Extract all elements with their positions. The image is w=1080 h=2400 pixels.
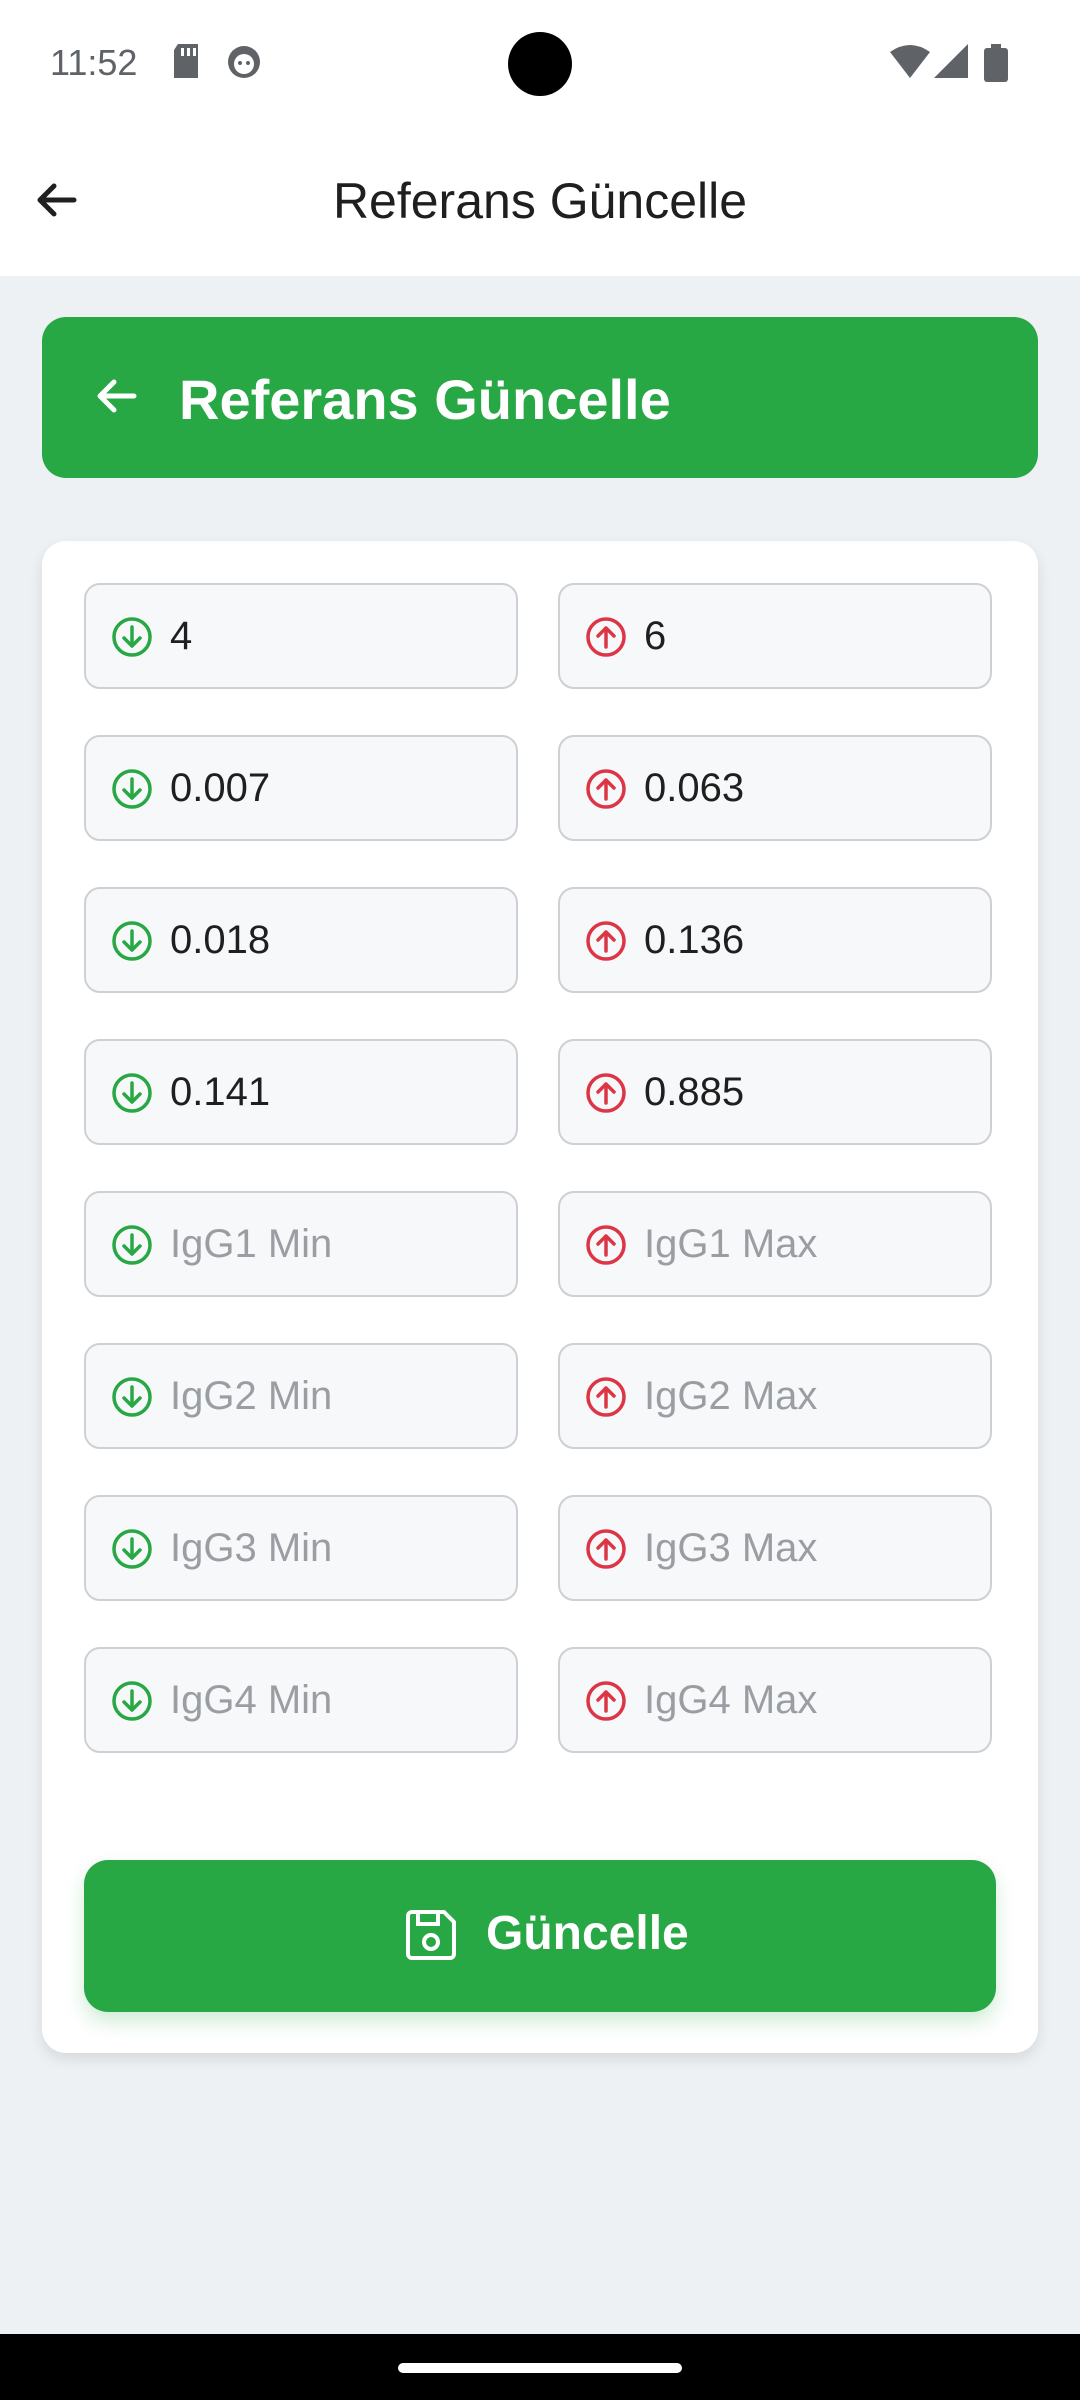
app-notification-icon bbox=[228, 46, 260, 78]
arrow-down-circle-icon bbox=[112, 1073, 152, 1113]
reference-max-input[interactable] bbox=[644, 1193, 974, 1295]
reference-max-field[interactable] bbox=[558, 887, 992, 993]
page-title: Referans Güncelle bbox=[332, 173, 748, 229]
reference-min-field[interactable] bbox=[84, 1039, 518, 1145]
reference-min-input[interactable] bbox=[170, 1497, 500, 1599]
header-card: Referans Güncelle bbox=[42, 317, 1038, 478]
reference-max-input[interactable] bbox=[644, 737, 974, 839]
arrow-up-circle-icon bbox=[586, 617, 626, 657]
reference-max-input[interactable] bbox=[644, 1649, 974, 1751]
reference-max-input[interactable] bbox=[644, 1497, 974, 1599]
save-icon bbox=[406, 1910, 456, 1960]
header-back-arrow-icon[interactable] bbox=[90, 369, 144, 423]
arrow-up-circle-icon bbox=[586, 1529, 626, 1569]
home-gesture-handle[interactable] bbox=[398, 2363, 682, 2373]
reference-min-field[interactable] bbox=[84, 1191, 518, 1297]
cellular-signal-icon bbox=[934, 44, 968, 78]
reference-min-input[interactable] bbox=[170, 1041, 500, 1143]
reference-min-field[interactable] bbox=[84, 887, 518, 993]
camera-cutout bbox=[508, 32, 572, 96]
reference-min-input[interactable] bbox=[170, 1193, 500, 1295]
arrow-down-circle-icon bbox=[112, 769, 152, 809]
reference-max-field[interactable] bbox=[558, 1343, 992, 1449]
system-nav-bar bbox=[0, 2334, 1080, 2400]
reference-max-field[interactable] bbox=[558, 1191, 992, 1297]
arrow-up-circle-icon bbox=[586, 1225, 626, 1265]
update-button[interactable]: Güncelle bbox=[84, 1860, 996, 2012]
status-bar: 11:52 bbox=[0, 0, 1080, 130]
reference-min-input[interactable] bbox=[170, 737, 500, 839]
arrow-up-circle-icon bbox=[586, 1073, 626, 1113]
reference-max-input[interactable] bbox=[644, 1345, 974, 1447]
arrow-down-circle-icon bbox=[112, 1681, 152, 1721]
reference-min-input[interactable] bbox=[170, 1649, 500, 1751]
sd-card-icon bbox=[174, 44, 198, 78]
reference-min-input[interactable] bbox=[170, 585, 500, 687]
reference-max-field[interactable] bbox=[558, 583, 992, 689]
app-bar: Referans Güncelle bbox=[0, 130, 1080, 276]
battery-icon bbox=[984, 44, 1008, 82]
reference-max-field[interactable] bbox=[558, 1647, 992, 1753]
reference-min-field[interactable] bbox=[84, 735, 518, 841]
status-time: 11:52 bbox=[50, 42, 138, 83]
reference-max-input[interactable] bbox=[644, 585, 974, 687]
arrow-down-circle-icon bbox=[112, 617, 152, 657]
reference-min-field[interactable] bbox=[84, 1495, 518, 1601]
reference-form-card: Güncelle bbox=[42, 541, 1038, 2053]
reference-max-field[interactable] bbox=[558, 1495, 992, 1601]
arrow-up-circle-icon bbox=[586, 769, 626, 809]
arrow-down-circle-icon bbox=[112, 921, 152, 961]
reference-max-field[interactable] bbox=[558, 735, 992, 841]
update-button-label: Güncelle bbox=[486, 1907, 689, 1960]
reference-min-field[interactable] bbox=[84, 583, 518, 689]
reference-max-field[interactable] bbox=[558, 1039, 992, 1145]
arrow-up-circle-icon bbox=[586, 921, 626, 961]
reference-max-input[interactable] bbox=[644, 1041, 974, 1143]
wifi-icon bbox=[890, 45, 930, 78]
arrow-down-circle-icon bbox=[112, 1225, 152, 1265]
arrow-up-circle-icon bbox=[586, 1681, 626, 1721]
reference-min-input[interactable] bbox=[170, 889, 500, 991]
arrow-down-circle-icon bbox=[112, 1529, 152, 1569]
reference-min-field[interactable] bbox=[84, 1647, 518, 1753]
arrow-up-circle-icon bbox=[586, 1377, 626, 1417]
reference-min-field[interactable] bbox=[84, 1343, 518, 1449]
header-title: Referans Güncelle bbox=[179, 368, 671, 431]
reference-min-input[interactable] bbox=[170, 1345, 500, 1447]
arrow-down-circle-icon bbox=[112, 1377, 152, 1417]
reference-max-input[interactable] bbox=[644, 889, 974, 991]
